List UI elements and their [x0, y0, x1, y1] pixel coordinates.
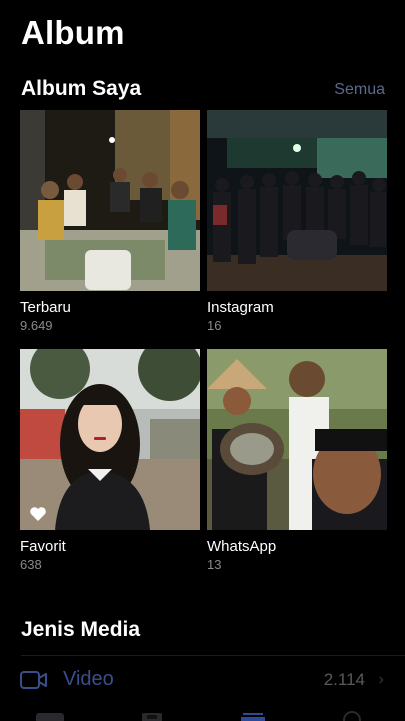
album-whatsapp[interactable]: WhatsApp 13: [207, 349, 387, 572]
album-name: WhatsApp: [207, 538, 277, 555]
album-recents[interactable]: Terbaru 9.649: [20, 110, 200, 333]
album-count: 16: [207, 318, 222, 333]
media-type-count: 2.114: [323, 670, 365, 689]
album-thumbnail-instagram: [207, 110, 387, 291]
page-title: Album: [21, 14, 125, 51]
album-favorites[interactable]: Favorit 638: [20, 349, 200, 572]
for-you-icon[interactable]: [141, 709, 163, 721]
album-count: 9.649: [20, 318, 53, 333]
album-instagram[interactable]: Instagram 16: [207, 110, 387, 333]
album-thumbnail-whatsapp: [207, 349, 387, 530]
heart-icon: [30, 507, 46, 521]
album-name: Favorit: [20, 538, 66, 555]
media-type-label: Video: [63, 668, 114, 690]
photos-icon[interactable]: [34, 709, 66, 721]
section-title-my-albums: Album Saya: [21, 77, 142, 100]
search-icon[interactable]: [341, 709, 363, 721]
see-all-button[interactable]: Semua: [334, 81, 385, 99]
video-icon: [20, 671, 47, 689]
media-type-video[interactable]: Video 2.114 ›: [0, 664, 405, 698]
album-thumbnail-favorites: [20, 349, 200, 530]
album-name: Instagram: [207, 299, 274, 316]
section-title-media-types: Jenis Media: [21, 618, 141, 641]
albums-icon[interactable]: [240, 709, 266, 721]
album-name: Terbaru: [20, 299, 71, 316]
my-albums-header: Album Saya Semua: [21, 77, 385, 103]
tab-bar: [0, 706, 405, 721]
album-thumbnail-recents: [20, 110, 200, 291]
album-count: 638: [20, 557, 42, 572]
divider: [21, 655, 405, 656]
album-count: 13: [207, 557, 222, 572]
chevron-right-icon: ›: [378, 671, 384, 688]
